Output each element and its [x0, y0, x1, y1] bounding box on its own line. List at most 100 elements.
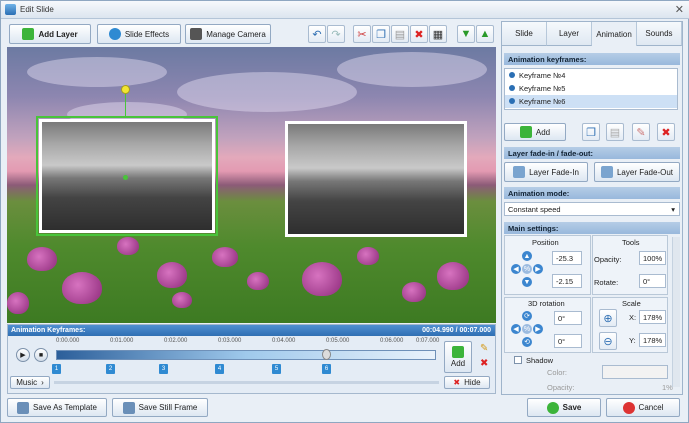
scale-x-input[interactable]: 178% [639, 310, 666, 324]
image-icon [122, 401, 135, 414]
copy-icon[interactable]: ❐ [372, 25, 390, 43]
rotate-x-icon[interactable]: ⟳ [522, 311, 532, 321]
rot3d-y-input[interactable]: 0° [554, 334, 582, 348]
delete-icon[interactable]: ✖ [480, 358, 488, 369]
plus-icon [452, 346, 464, 358]
close-icon[interactable]: ✕ [675, 3, 684, 16]
shadow-color-label: Color: [547, 368, 568, 377]
delete-icon[interactable]: ✖ [410, 25, 428, 43]
main-settings-header: Main settings: [504, 222, 680, 234]
anchor-point[interactable] [123, 175, 128, 180]
keyframe-marker[interactable]: 6 [322, 364, 331, 374]
tick-label: 0:03.000 [218, 338, 242, 344]
tick-label: 0:07.000 [416, 338, 440, 344]
rotate-label: Rotate: [594, 278, 619, 287]
close-icon: ✖ [453, 378, 461, 387]
keyframe-list[interactable]: Keyframe №4 Keyframe №5 Keyframe №6 [504, 68, 678, 110]
position-x-input[interactable]: -25.3 [552, 251, 582, 265]
stop-button[interactable]: ■ [34, 348, 48, 362]
playhead[interactable] [322, 349, 331, 360]
reset-3d-icon[interactable]: % [522, 324, 532, 334]
tab-slide[interactable]: Slide [502, 22, 547, 46]
position-y-input[interactable]: -2.15 [552, 274, 582, 288]
layer-fade-out-button[interactable]: Layer Fade-Out [594, 162, 680, 182]
timeline-add-label: Add [450, 359, 466, 368]
tab-animation[interactable]: Animation [592, 22, 637, 46]
list-item[interactable]: Keyframe №6 [505, 95, 677, 108]
shadow-checkbox[interactable] [514, 356, 522, 364]
layer-image[interactable] [285, 121, 467, 237]
cancel-button[interactable]: Cancel [606, 398, 680, 417]
edit-icon[interactable]: ✎ [480, 343, 488, 354]
redo-icon[interactable]: ↷ [327, 25, 345, 43]
tab-sounds[interactable]: Sounds [637, 22, 682, 46]
undo-icon[interactable]: ↶ [308, 25, 326, 43]
save-as-template-button[interactable]: Save As Template [7, 398, 107, 417]
zoom-out-icon[interactable]: ⊖ [599, 332, 617, 350]
music-track[interactable] [54, 381, 439, 384]
slide-canvas[interactable] [7, 47, 496, 323]
move-right-icon[interactable]: ▶ [533, 264, 543, 274]
keyframe-marker[interactable]: 3 [159, 364, 168, 374]
app-icon [5, 4, 16, 15]
scale-y-input[interactable]: 178% [639, 333, 666, 347]
rotate-input[interactable]: 0° [639, 274, 666, 288]
grid-icon[interactable]: ▦ [429, 25, 447, 43]
slide-effects-button[interactable]: Slide Effects [97, 24, 181, 44]
hide-button[interactable]: ✖ Hide [444, 376, 490, 389]
paste-keyframe-icon[interactable]: ▤ [606, 123, 624, 141]
center-icon[interactable]: % [522, 264, 532, 274]
rotate-left-icon[interactable]: ◀ [511, 324, 521, 334]
move-down-icon[interactable]: ▼ [522, 277, 532, 287]
rot3d-x-input[interactable]: 0° [554, 311, 582, 325]
music-button[interactable]: Music › [10, 376, 50, 389]
cut-icon[interactable]: ✂ [353, 25, 371, 43]
add-keyframe-button[interactable]: Add [504, 123, 566, 141]
animation-mode-select[interactable]: Constant speed ▾ [504, 202, 680, 216]
save-button[interactable]: Save [527, 398, 601, 417]
brush-icon[interactable]: ✎ [632, 123, 650, 141]
timeline-track[interactable] [56, 350, 436, 360]
cancel-icon [622, 401, 635, 414]
play-button[interactable]: ▶ [16, 348, 30, 362]
keyframe-marker[interactable]: 5 [272, 364, 281, 374]
properties-panel: Slide Layer Animation Sounds Animation k… [501, 21, 683, 395]
zoom-in-icon[interactable]: ⊕ [599, 309, 617, 327]
save-template-label: Save As Template [33, 403, 97, 412]
save-still-frame-button[interactable]: Save Still Frame [112, 398, 208, 417]
move-up-icon[interactable]: ▲ [522, 251, 532, 261]
paste-icon[interactable]: ▤ [391, 25, 409, 43]
scrollbar[interactable] [672, 237, 680, 387]
delete-keyframe-icon[interactable]: ✖ [657, 123, 675, 141]
keyframe-marker[interactable]: 4 [215, 364, 224, 374]
manage-camera-button[interactable]: Manage Camera [185, 24, 271, 44]
pin-icon [509, 98, 515, 104]
layer-fade-in-button[interactable]: Layer Fade-In [504, 162, 588, 182]
opacity-input[interactable]: 100% [639, 251, 666, 265]
move-down-icon[interactable]: ▼ [457, 25, 475, 43]
list-item[interactable]: Keyframe №5 [505, 82, 677, 95]
tick-label: 0:02.000 [164, 338, 188, 344]
copy-keyframe-icon[interactable]: ❐ [582, 123, 600, 141]
scale-label: Scale [622, 299, 641, 308]
slide-effects-label: Slide Effects [124, 29, 170, 39]
shadow-opacity-label: Opacity: [547, 383, 575, 392]
tab-layer[interactable]: Layer [547, 22, 592, 46]
timeline-add-button[interactable]: Add [444, 341, 472, 373]
tab-bar: Slide Layer Animation Sounds [502, 22, 682, 46]
keyframe-marker[interactable]: 1 [52, 364, 61, 374]
shadow-label: Shadow [526, 356, 554, 365]
rotation-handle[interactable] [121, 85, 130, 94]
move-up-icon[interactable]: ▲ [476, 25, 494, 43]
timeline-panel: Animation Keyframes: 00:04.990 / 00:07.0… [7, 324, 496, 394]
rotate-y-icon[interactable]: ⟲ [522, 337, 532, 347]
move-left-icon[interactable]: ◀ [511, 264, 521, 274]
add-layer-button[interactable]: Add Layer [9, 24, 91, 44]
fade-in-label: Layer Fade-In [529, 167, 579, 177]
rotate-right-icon[interactable]: ▶ [533, 324, 543, 334]
shadow-color-picker[interactable] [602, 365, 668, 379]
plus-icon [22, 28, 35, 40]
chevron-down-icon: ▾ [671, 204, 675, 214]
keyframe-marker[interactable]: 2 [106, 364, 115, 374]
list-item[interactable]: Keyframe №4 [505, 69, 677, 82]
